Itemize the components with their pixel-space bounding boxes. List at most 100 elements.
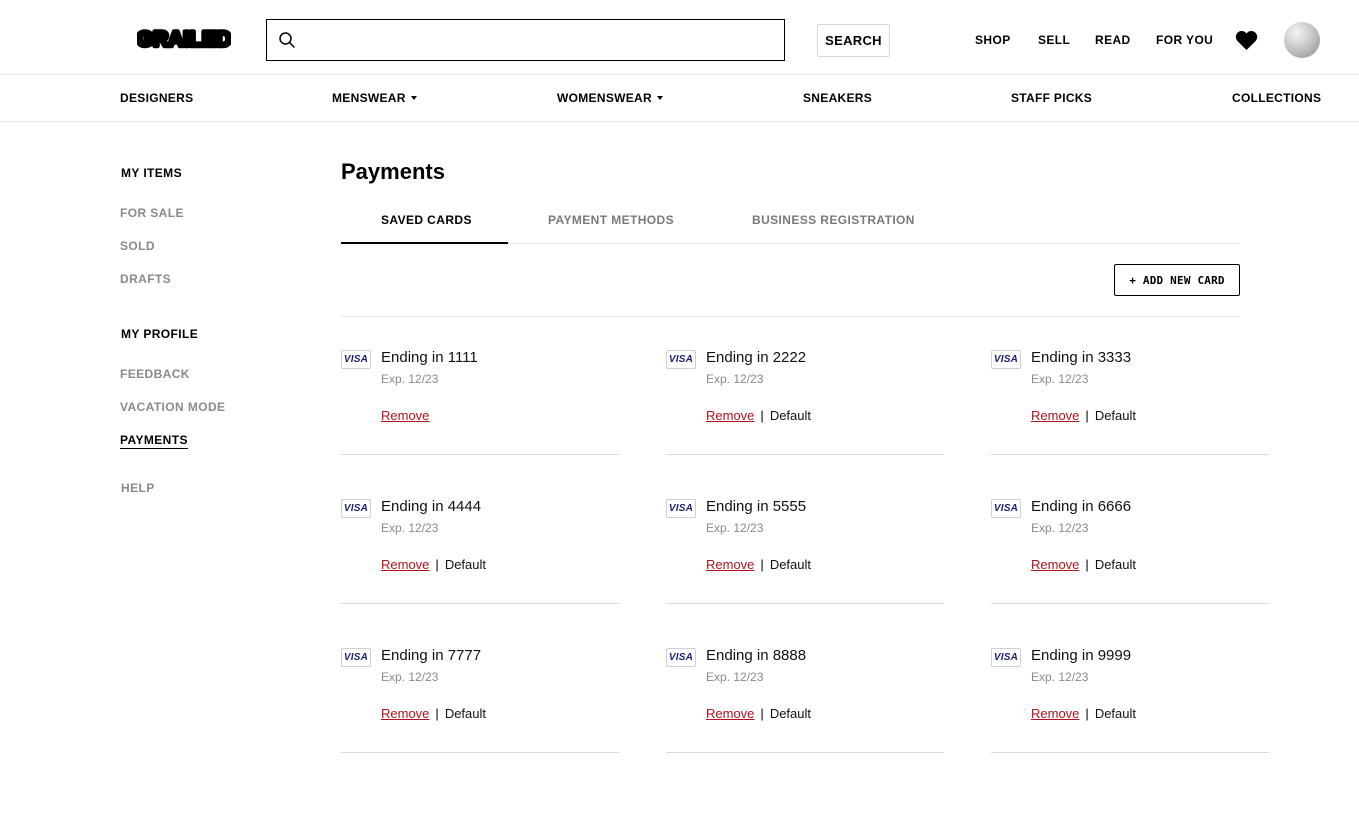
category-label: SNEAKERS [803,91,873,105]
card-expiry: Exp. 12/23 [706,521,764,535]
user-avatar[interactable] [1284,22,1320,58]
remove-card-link[interactable]: Remove [381,408,429,424]
saved-card: VISA Ending in 2222 Exp. 12/23 Remove | Defau… [666,343,944,455]
card-expiry: Exp. 12/23 [1031,670,1089,684]
tab-payment-methods[interactable]: PAYMENT METHODS [548,213,674,227]
page-title: Payments [341,159,445,184]
card-actions: Remove | Default [706,557,811,573]
remove-card-link[interactable]: Remove [706,557,754,573]
card-actions: Remove [381,408,429,424]
saved-card: VISA Ending in 1111 Exp. 12/23 Remove [341,343,619,455]
card-title: Ending in 4444 [381,498,482,515]
category-collections[interactable]: COLLECTIONS [1232,91,1321,105]
card-expiry: Exp. 12/23 [381,670,439,684]
caret-down-icon [657,96,663,100]
sidebar-item-vacation-mode[interactable]: VACATION MODE [120,400,225,414]
visa-card-icon: VISA [341,350,371,369]
set-default-link[interactable]: Default [1095,408,1136,424]
visa-card-icon: VISA [341,499,371,518]
remove-card-link[interactable]: Remove [1031,408,1079,424]
set-default-link[interactable]: Default [1095,706,1136,722]
card-expiry: Exp. 12/23 [1031,521,1089,535]
caret-down-icon [410,96,417,100]
card-expiry: Exp. 12/23 [1031,372,1089,386]
action-separator: | [760,408,764,423]
action-separator: | [435,706,439,721]
card-actions: Remove | Default [381,706,486,722]
heart-icon[interactable] [1235,30,1258,51]
nav-for-you-link[interactable]: FOR YOU [1156,33,1213,47]
remove-card-link[interactable]: Remove [381,557,429,573]
sidebar-item-drafts[interactable]: DRAFTS [120,272,171,286]
set-default-link[interactable]: Default [770,408,811,424]
sidebar-item-payments[interactable]: PAYMENTS [120,433,188,449]
category-staff-picks[interactable]: STAFF PICKS [1011,91,1092,105]
card-brand-label: VISA [343,652,369,663]
remove-card-link[interactable]: Remove [1031,557,1079,573]
card-title: Ending in 8888 [706,647,807,664]
saved-card: VISA Ending in 3333 Exp. 12/23 Remove | Defau… [991,343,1269,455]
category-menswear[interactable]: MENSWEAR [332,91,417,105]
card-actions: Remove | Default [1031,408,1136,424]
remove-card-link[interactable]: Remove [1031,706,1079,722]
search-bar[interactable] [266,19,785,61]
sidebar-item-help[interactable]: HELP [121,481,155,495]
set-default-link[interactable]: Default [1095,557,1136,573]
card-actions: Remove | Default [381,557,486,573]
visa-card-icon: VISA [341,648,371,667]
card-brand-label: VISA [993,354,1019,365]
set-default-link[interactable]: Default [770,706,811,722]
sidebar-heading-my-profile: MY PROFILE [121,327,199,341]
grailed-logo[interactable]: GRAILED [137,27,231,51]
active-tab-indicator [341,242,508,244]
action-separator: | [1085,408,1089,423]
site-header: GRAILED SEARCH SHOP SELL READ FOR YOU [0,0,1359,75]
card-brand-label: VISA [993,503,1019,514]
card-expiry: Exp. 12/23 [381,372,439,386]
sidebar-item-for-sale[interactable]: FOR SALE [120,206,184,220]
category-label: MENSWEAR [332,91,406,105]
category-sneakers[interactable]: SNEAKERS [803,91,872,105]
search-input[interactable] [305,22,775,58]
card-title: Ending in 6666 [1031,498,1132,515]
category-designers[interactable]: DESIGNERS [120,91,193,105]
tab-saved-cards[interactable]: SAVED CARDS [381,213,472,227]
sidebar-heading-my-items: MY ITEMS [121,166,182,180]
saved-card: VISA Ending in 6666 Exp. 12/23 Remove | Defau… [991,492,1269,604]
card-expiry: Exp. 12/23 [706,372,764,386]
card-brand-label: VISA [668,354,694,365]
visa-card-icon: VISA [991,648,1021,667]
nav-sell-link[interactable]: SELL [1038,33,1070,47]
card-brand-label: VISA [993,652,1019,663]
set-default-link[interactable]: Default [445,706,486,722]
remove-card-link[interactable]: Remove [706,408,754,424]
search-icon [279,32,295,48]
action-separator: | [760,557,764,572]
svg-text:GRAILED: GRAILED [137,28,231,51]
add-new-card-button[interactable]: + ADD NEW CARD [1114,264,1240,296]
action-separator: | [760,706,764,721]
saved-card: VISA Ending in 4444 Exp. 12/23 Remove | Defau… [341,492,619,604]
nav-shop-link[interactable]: SHOP [975,33,1011,47]
nav-read-link[interactable]: READ [1095,33,1131,47]
card-expiry: Exp. 12/23 [706,670,764,684]
tab-business-registration[interactable]: BUSINESS REGISTRATION [752,213,915,227]
card-brand-label: VISA [668,652,694,663]
sidebar-item-feedback[interactable]: FEEDBACK [120,367,190,381]
card-title: Ending in 1111 [381,349,478,366]
category-womenswear[interactable]: WOMENSWEAR [557,91,663,105]
category-label: WOMENSWEAR [557,91,652,105]
saved-card: VISA Ending in 9999 Exp. 12/23 Remove | Defau… [991,641,1269,753]
remove-card-link[interactable]: Remove [706,706,754,722]
search-button[interactable]: SEARCH [817,24,890,57]
card-title: Ending in 9999 [1031,647,1132,664]
set-default-link[interactable]: Default [770,557,811,573]
set-default-link[interactable]: Default [445,557,486,573]
sidebar-item-sold[interactable]: SOLD [120,239,155,253]
visa-card-icon: VISA [666,350,696,369]
card-title: Ending in 7777 [381,647,482,664]
card-expiry: Exp. 12/23 [381,521,439,535]
category-label: DESIGNERS [120,91,194,105]
card-actions: Remove | Default [1031,706,1136,722]
remove-card-link[interactable]: Remove [381,706,429,722]
